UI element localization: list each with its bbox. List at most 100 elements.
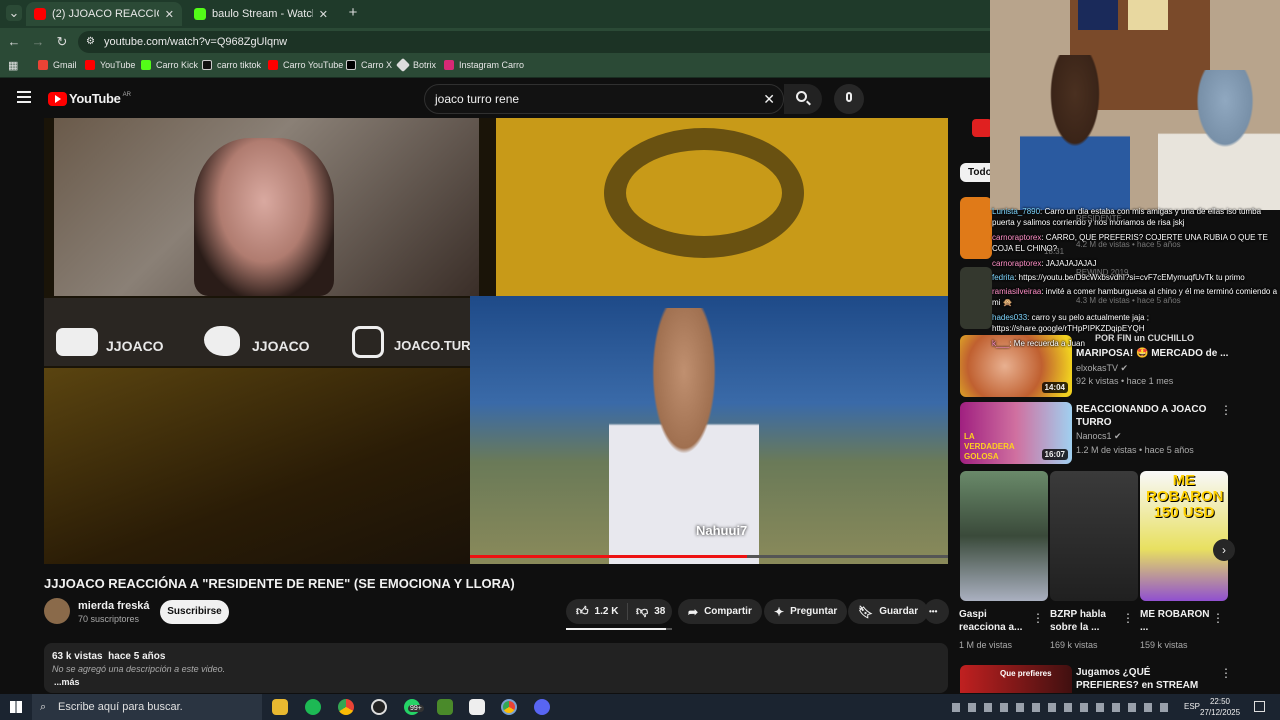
youtube-icon: [268, 60, 278, 70]
youtube-social-icon: [56, 328, 98, 356]
voice-search-button[interactable]: [834, 84, 864, 114]
channel-name[interactable]: mierda freská: [78, 600, 150, 612]
clear-search-icon[interactable]: ✕: [763, 85, 775, 113]
apps-icon[interactable]: ▦: [8, 59, 18, 72]
reload-icon[interactable]: ↻: [54, 34, 70, 50]
dislike-button[interactable]: 👎︎ 38: [628, 604, 665, 619]
youtube-logo[interactable]: YouTube AR: [48, 91, 131, 106]
bookmark-label: Botrix: [413, 60, 437, 70]
more-options-icon[interactable]: ⋮: [1212, 611, 1224, 625]
subscribe-button[interactable]: Suscribirse: [160, 600, 229, 624]
short-thumbnail[interactable]: [1050, 471, 1138, 601]
video-thumbnail[interactable]: LA VERDADERA GOLOSA 16:07: [960, 402, 1072, 464]
forward-icon[interactable]: →: [30, 34, 46, 50]
channel-avatar[interactable]: [44, 598, 70, 624]
video-thumbnail[interactable]: [960, 267, 992, 329]
whatsapp-icon[interactable]: 99+: [404, 699, 424, 715]
system-tray-icons[interactable]: [952, 703, 1174, 712]
chrome-icon[interactable]: [338, 699, 354, 715]
like-dislike-group: 👍︎ 1.2 K 👎︎ 38: [566, 599, 672, 624]
calculator-icon[interactable]: [469, 699, 485, 715]
file-explorer-icon[interactable]: [272, 699, 288, 715]
tab-kick[interactable]: baulo Stream - Watch Live on K ✕: [186, 2, 336, 26]
next-shorts-button[interactable]: ›: [1213, 539, 1235, 561]
menu-icon[interactable]: [17, 91, 31, 103]
close-tab-icon[interactable]: ✕: [319, 8, 328, 21]
more-options-icon[interactable]: ⋮: [1122, 611, 1134, 625]
channel-label: Nanocs1: [1076, 431, 1112, 441]
bookmark-carro-kick[interactable]: Carro Kick: [141, 60, 198, 70]
chat-username: carnoraptorex: [992, 259, 1042, 268]
description-more-link[interactable]: ...más: [54, 677, 80, 687]
description-stats: 63 k vistas hace 5 años: [52, 651, 165, 662]
more-options-icon[interactable]: ⋮: [1220, 403, 1232, 417]
youtube-favicon-icon: [34, 8, 46, 20]
chrome-active-icon[interactable]: [501, 699, 517, 715]
sparkle-icon: ✦: [774, 604, 785, 619]
bookmark-label: Carro YouTube: [283, 60, 344, 70]
ask-button[interactable]: ✦ Preguntar: [764, 599, 848, 624]
more-options-icon[interactable]: ⋮: [1032, 611, 1044, 625]
tab-search-button[interactable]: ⌄: [6, 5, 22, 21]
windows-start-icon[interactable]: [10, 701, 22, 713]
chat-text: : Me recuerda a Juan: [1009, 339, 1085, 348]
taskbar-clock[interactable]: 22:50 27/12/2025: [1200, 696, 1240, 718]
new-tab-button[interactable]: +: [345, 5, 361, 21]
channel-name[interactable]: elxokasTV ✔: [1076, 363, 1128, 374]
more-actions-button[interactable]: •••: [924, 599, 949, 624]
language-indicator[interactable]: ESP: [1184, 702, 1200, 711]
bookmark-label: carro tiktok: [217, 60, 262, 70]
chat-username: Lunista_7890: [992, 207, 1041, 216]
minecraft-icon[interactable]: [437, 699, 453, 715]
clock-date: 27/12/2025: [1200, 708, 1241, 717]
bookmark-label: Gmail: [53, 60, 77, 70]
channel-name[interactable]: Nanocs1 ✔: [1076, 431, 1122, 442]
short-title[interactable]: BZRP habla sobre la ...: [1050, 608, 1126, 634]
site-info-icon[interactable]: ⚙: [86, 31, 95, 53]
share-button[interactable]: ➦ Compartir: [678, 599, 762, 624]
search-button[interactable]: [784, 84, 822, 114]
bookmark-carro-tiktok[interactable]: carro tiktok: [202, 60, 261, 70]
kick-icon: [141, 60, 151, 70]
bookmark-gmail[interactable]: Gmail: [38, 60, 77, 70]
bookmark-youtube[interactable]: YouTube: [85, 60, 135, 70]
save-button[interactable]: 🔖︎ Guardar: [848, 599, 929, 624]
dislike-count: 38: [654, 606, 666, 617]
video-title: JJJOACO REACCIÓNA A "RESIDENTE DE RENE" …: [44, 576, 515, 591]
botrix-icon: [395, 57, 411, 73]
ask-label: Preguntar: [790, 606, 838, 617]
jersey-decor: [1128, 0, 1168, 30]
like-button[interactable]: 👍︎ 1.2 K: [566, 603, 628, 620]
short-thumbnail[interactable]: ME ROBARON 150 USD: [1140, 471, 1228, 601]
video-thumbnail[interactable]: Que prefieres: [960, 665, 1072, 693]
obs-icon[interactable]: [371, 699, 387, 715]
chat-username: carnoraptorex: [992, 233, 1042, 242]
search-input[interactable]: joaco turro rene ✕: [424, 84, 784, 114]
notifications-icon[interactable]: [1254, 701, 1265, 712]
bookmark-carro-youtube[interactable]: Carro YouTube: [268, 60, 343, 70]
video-progress-bar[interactable]: [470, 555, 948, 558]
video-player[interactable]: JJOACO JJOACO JOACO.TURRO: [44, 118, 948, 564]
discord-icon[interactable]: [534, 699, 550, 715]
bookmark-carro-x[interactable]: Carro X: [346, 60, 392, 70]
bookmark-botrix[interactable]: Botrix: [395, 57, 437, 73]
short-title[interactable]: ME ROBARON ...: [1140, 608, 1216, 634]
jersey-decor: [1078, 0, 1118, 30]
region-code: AR: [122, 91, 131, 98]
chat-message: Lunista_7890: Carro un dia estaba con mi…: [992, 206, 1278, 228]
video-thumbnail[interactable]: [960, 197, 992, 259]
video-title[interactable]: REACCIONANDO A JOACO TURRO: [1076, 403, 1216, 429]
more-options-icon[interactable]: ⋮: [1220, 666, 1232, 680]
video-title[interactable]: Jugamos ¿QUÉ PREFIERES? en STREAM: [1076, 666, 1216, 692]
spotify-icon[interactable]: [305, 699, 321, 715]
close-tab-icon[interactable]: ✕: [165, 8, 174, 21]
bookmark-instagram-carro[interactable]: Instagram Carro: [444, 60, 524, 70]
tab-youtube[interactable]: (2) JJOACO REACCIÓNA A "RE ✕: [26, 2, 182, 26]
description-text: No se agregó una descripción a este vide…: [52, 664, 226, 674]
youtube-icon: [85, 60, 95, 70]
short-thumbnail[interactable]: [960, 471, 1048, 601]
short-title[interactable]: Gaspi reacciona a...: [959, 608, 1035, 634]
back-icon[interactable]: ←: [6, 34, 22, 50]
windows-search-input[interactable]: ⌕ Escribe aquí para buscar.: [32, 694, 262, 720]
video-subtitle: Nahuui7: [696, 523, 748, 538]
